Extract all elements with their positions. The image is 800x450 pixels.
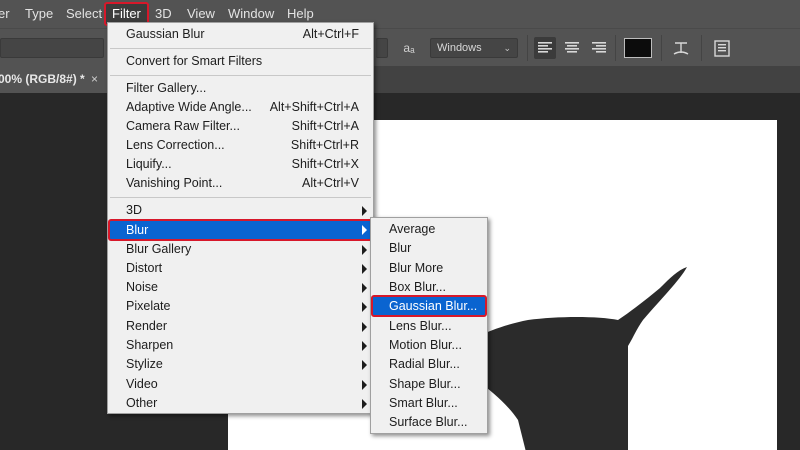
character-panel-icon[interactable]	[711, 37, 733, 59]
menu-type[interactable]: Type	[25, 0, 53, 28]
menu-item-gaussian-blur[interactable]: Gaussian Blur...	[371, 295, 487, 317]
menu-layer[interactable]: er	[0, 0, 10, 28]
menu-item-average[interactable]: Average	[371, 220, 487, 239]
font-size-field[interactable]	[376, 38, 388, 58]
menu-item-vanishing-point[interactable]: Vanishing Point... Alt+Ctrl+V	[108, 174, 373, 193]
menu-item-blur-simple[interactable]: Blur	[371, 239, 487, 258]
menu-item-distort[interactable]: Distort	[108, 259, 373, 278]
document-tab[interactable]: 00% (RGB/8#) * ×	[0, 66, 108, 93]
submenu-arrow-icon	[362, 322, 367, 332]
divider	[110, 75, 371, 76]
align-left-icon[interactable]	[534, 37, 556, 59]
chevron-down-icon: ⌄	[503, 43, 511, 53]
align-right-icon[interactable]	[588, 37, 610, 59]
menu-item-video[interactable]: Video	[108, 375, 373, 394]
menu-select[interactable]: Select	[66, 0, 102, 28]
submenu-arrow-icon	[362, 225, 367, 235]
menu-item-gaussian-blur-last[interactable]: Gaussian Blur Alt+Ctrl+F	[108, 25, 373, 44]
menu-item-lens-correction[interactable]: Lens Correction... Shift+Ctrl+R	[108, 136, 373, 155]
divider	[110, 197, 371, 198]
menu-item-3d[interactable]: 3D	[108, 201, 373, 220]
blur-submenu: Average Blur Blur More Box Blur... Gauss…	[370, 217, 488, 434]
submenu-arrow-icon	[362, 380, 367, 390]
submenu-arrow-icon	[362, 360, 367, 370]
menu-item-lens-blur[interactable]: Lens Blur...	[371, 317, 487, 336]
menu-item-adaptive-wide-angle[interactable]: Adaptive Wide Angle... Alt+Shift+Ctrl+A	[108, 98, 373, 117]
font-family-field[interactable]	[0, 38, 104, 58]
divider	[110, 48, 371, 49]
submenu-arrow-icon	[362, 302, 367, 312]
menu-item-radial-blur[interactable]: Radial Blur...	[371, 355, 487, 374]
antialias-icon: aₐ	[403, 41, 415, 55]
menu-item-smart-blur[interactable]: Smart Blur...	[371, 394, 487, 413]
menu-item-noise[interactable]: Noise	[108, 278, 373, 297]
menu-item-filter-gallery[interactable]: Filter Gallery...	[108, 79, 373, 98]
menu-item-render[interactable]: Render	[108, 317, 373, 336]
menu-item-stylize[interactable]: Stylize	[108, 355, 373, 374]
menu-item-blur-gallery[interactable]: Blur Gallery	[108, 240, 373, 259]
filter-menu: Gaussian Blur Alt+Ctrl+F Convert for Sma…	[107, 22, 374, 414]
warp-text-icon[interactable]	[670, 37, 692, 59]
antialias-value: Windows	[437, 42, 482, 54]
photoshop-window: er Type Select Filter 3D View Window Hel…	[0, 0, 800, 450]
submenu-arrow-icon	[362, 206, 367, 216]
menu-item-liquify[interactable]: Liquify... Shift+Ctrl+X	[108, 155, 373, 174]
divider	[661, 35, 662, 61]
menu-item-convert-smart-filters[interactable]: Convert for Smart Filters	[108, 52, 373, 71]
menu-item-pixelate[interactable]: Pixelate	[108, 297, 373, 316]
menu-item-shape-blur[interactable]: Shape Blur...	[371, 375, 487, 394]
menu-item-sharpen[interactable]: Sharpen	[108, 336, 373, 355]
menu-item-camera-raw-filter[interactable]: Camera Raw Filter... Shift+Ctrl+A	[108, 117, 373, 136]
submenu-arrow-icon	[362, 341, 367, 351]
submenu-arrow-icon	[362, 283, 367, 293]
divider	[527, 35, 528, 61]
document-tab-title: 00% (RGB/8#) *	[0, 72, 85, 86]
close-icon[interactable]: ×	[91, 66, 98, 93]
menu-item-blur-more[interactable]: Blur More	[371, 259, 487, 278]
menu-item-surface-blur[interactable]: Surface Blur...	[371, 413, 487, 432]
menu-item-blur[interactable]: Blur	[108, 219, 373, 241]
menu-item-other[interactable]: Other	[108, 394, 373, 413]
menu-item-motion-blur[interactable]: Motion Blur...	[371, 336, 487, 355]
submenu-arrow-icon	[362, 245, 367, 255]
submenu-arrow-icon	[362, 264, 367, 274]
divider	[701, 35, 702, 61]
text-color-swatch[interactable]	[624, 38, 652, 58]
submenu-arrow-icon	[362, 399, 367, 409]
antialias-select[interactable]: Windows ⌄	[430, 38, 518, 58]
align-center-icon[interactable]	[561, 37, 583, 59]
divider	[615, 35, 616, 61]
